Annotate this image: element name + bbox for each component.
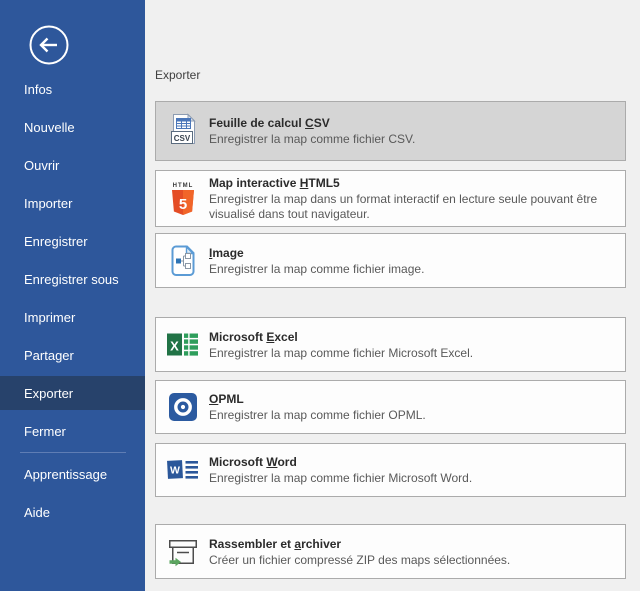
sidebar-item-label: Fermer bbox=[24, 424, 66, 439]
export-option-description: Créer un fichier compressé ZIP des maps … bbox=[209, 553, 510, 568]
sidebar-item-partager[interactable]: Partager bbox=[0, 336, 145, 374]
sidebar-item-ouvrir[interactable]: Ouvrir bbox=[0, 146, 145, 184]
export-option-text: Rassembler et archiver Créer un fichier … bbox=[209, 536, 515, 568]
sidebar-item-label: Infos bbox=[24, 82, 52, 97]
export-option-label: Map interactive HTML5 bbox=[209, 175, 620, 191]
page-title: Exporter bbox=[155, 68, 200, 82]
export-option-text: Feuille de calcul CSV Enregistrer la map… bbox=[209, 115, 420, 147]
export-option-opml[interactable]: OPML Enregistrer la map comme fichier OP… bbox=[155, 380, 626, 434]
sidebar-item-label: Apprentissage bbox=[24, 467, 107, 482]
sidebar-item-enregistrer[interactable]: Enregistrer bbox=[0, 222, 145, 260]
export-option-archive[interactable]: Rassembler et archiver Créer un fichier … bbox=[155, 524, 626, 579]
sidebar-item-exporter[interactable]: Exporter bbox=[0, 376, 145, 410]
sidebar-item-nouvelle[interactable]: Nouvelle bbox=[0, 108, 145, 146]
export-option-text: Map interactive HTML5 Enregistrer la map… bbox=[209, 175, 625, 222]
export-option-label: Rassembler et archiver bbox=[209, 536, 510, 552]
export-pane: Exporter CSV Feuille de calcul CSV bbox=[145, 0, 640, 591]
image-file-icon bbox=[167, 243, 199, 279]
archive-box-icon bbox=[167, 536, 199, 568]
sidebar-item-aide[interactable]: Aide bbox=[0, 493, 145, 531]
sidebar-separator bbox=[20, 452, 126, 453]
opml-icon bbox=[167, 393, 199, 421]
svg-text:X: X bbox=[170, 338, 179, 353]
csv-file-icon: CSV bbox=[167, 112, 199, 150]
export-option-word[interactable]: W Microsoft Word Enregistrer la map comm… bbox=[155, 443, 626, 497]
export-option-image[interactable]: Image Enregistrer la map comme fichier i… bbox=[155, 233, 626, 288]
export-option-excel[interactable]: X Microsoft Excel Enregistrer la map com… bbox=[155, 317, 626, 372]
sidebar-item-label: Importer bbox=[24, 196, 72, 211]
export-option-text: Image Enregistrer la map comme fichier i… bbox=[209, 245, 429, 277]
svg-text:HTML: HTML bbox=[173, 183, 194, 189]
export-option-description: Enregistrer la map dans un format intera… bbox=[209, 192, 620, 222]
export-option-description: Enregistrer la map comme fichier Microso… bbox=[209, 346, 473, 361]
export-option-text: OPML Enregistrer la map comme fichier OP… bbox=[209, 391, 431, 423]
export-option-text: Microsoft Excel Enregistrer la map comme… bbox=[209, 329, 478, 361]
export-option-label: Feuille de calcul CSV bbox=[209, 115, 415, 131]
export-option-html5[interactable]: HTML 5 Map interactive HTML5 Enregistrer… bbox=[155, 170, 626, 227]
sidebar-item-label: Nouvelle bbox=[24, 120, 75, 135]
export-option-text: Microsoft Word Enregistrer la map comme … bbox=[209, 454, 477, 486]
export-option-description: Enregistrer la map comme fichier OPML. bbox=[209, 408, 426, 423]
sidebar-item-label: Imprimer bbox=[24, 310, 75, 325]
svg-text:W: W bbox=[170, 465, 180, 477]
export-option-label: Image bbox=[209, 245, 424, 261]
sidebar-item-label: Enregistrer bbox=[24, 234, 88, 249]
html5-icon: HTML 5 bbox=[167, 179, 199, 219]
export-option-description: Enregistrer la map comme fichier CSV. bbox=[209, 132, 415, 147]
sidebar-item-enregistrer-sous[interactable]: Enregistrer sous bbox=[0, 260, 145, 298]
export-option-description: Enregistrer la map comme fichier image. bbox=[209, 262, 424, 277]
sidebar-item-importer[interactable]: Importer bbox=[0, 184, 145, 222]
sidebar-item-infos[interactable]: Infos bbox=[0, 70, 145, 108]
sidebar-item-fermer[interactable]: Fermer bbox=[0, 412, 145, 450]
back-arrow-icon bbox=[27, 23, 71, 67]
export-option-csv[interactable]: CSV Feuille de calcul CSV Enregistrer la… bbox=[155, 101, 626, 161]
export-option-label: Microsoft Excel bbox=[209, 329, 473, 345]
backstage-sidebar: Infos Nouvelle Ouvrir Importer Enregistr… bbox=[0, 0, 145, 591]
export-option-label: Microsoft Word bbox=[209, 454, 472, 470]
excel-icon: X bbox=[167, 331, 199, 359]
export-option-label: OPML bbox=[209, 391, 426, 407]
sidebar-item-label: Enregistrer sous bbox=[24, 272, 119, 287]
sidebar-item-label: Ouvrir bbox=[24, 158, 59, 173]
svg-text:CSV: CSV bbox=[174, 134, 191, 143]
svg-text:5: 5 bbox=[179, 196, 187, 213]
backstage-view: Infos Nouvelle Ouvrir Importer Enregistr… bbox=[0, 0, 640, 591]
word-icon: W bbox=[167, 456, 199, 484]
sidebar-item-apprentissage[interactable]: Apprentissage bbox=[0, 455, 145, 493]
sidebar-item-imprimer[interactable]: Imprimer bbox=[0, 298, 145, 336]
sidebar-item-label: Aide bbox=[24, 505, 50, 520]
back-button[interactable] bbox=[27, 23, 71, 67]
sidebar-item-label: Exporter bbox=[24, 386, 73, 401]
sidebar-item-label: Partager bbox=[24, 348, 74, 363]
export-option-description: Enregistrer la map comme fichier Microso… bbox=[209, 471, 472, 486]
